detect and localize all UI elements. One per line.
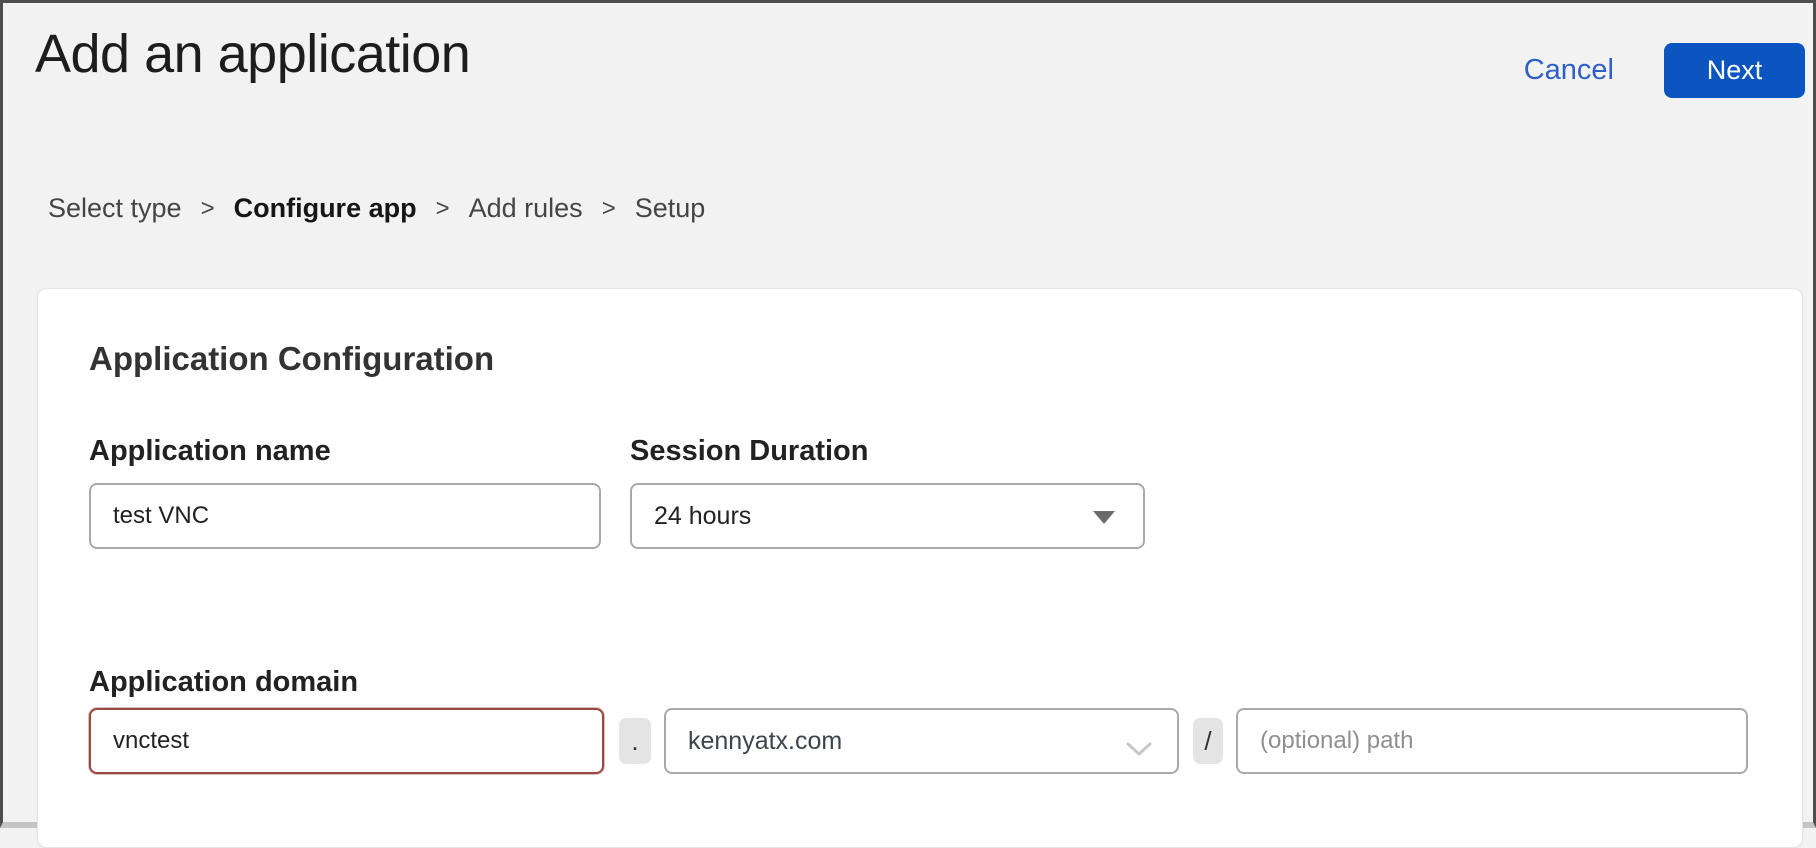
session-duration-value: 24 hours	[654, 502, 751, 531]
session-duration-label: Session Duration	[630, 435, 1145, 467]
application-name-field: Application name	[89, 435, 601, 549]
path-input[interactable]	[1236, 708, 1748, 774]
breadcrumb-step-add-rules[interactable]: Add rules	[469, 193, 583, 224]
domain-select-value: kennyatx.com	[688, 727, 842, 756]
name-session-row: Application name Session Duration 24 hou…	[89, 435, 1802, 549]
session-duration-field: Session Duration 24 hours	[630, 435, 1145, 549]
session-duration-select[interactable]: 24 hours	[630, 483, 1145, 549]
slash-separator: /	[1193, 718, 1223, 764]
next-button[interactable]: Next	[1664, 43, 1805, 98]
application-configuration-card: Application Configuration Application na…	[37, 288, 1803, 848]
cancel-button[interactable]: Cancel	[1524, 54, 1614, 87]
application-name-input[interactable]	[89, 483, 601, 549]
card-heading: Application Configuration	[89, 341, 1802, 377]
breadcrumb-separator: >	[602, 195, 616, 223]
application-domain-label: Application domain	[89, 666, 1802, 698]
domain-select[interactable]: kennyatx.com	[664, 708, 1179, 774]
breadcrumb: Select type > Configure app > Add rules …	[48, 193, 705, 224]
page-title: Add an application	[35, 23, 470, 85]
header-actions: Cancel Next	[1524, 43, 1805, 98]
application-domain-row: . kennyatx.com /	[89, 698, 1802, 774]
chevron-down-icon	[1125, 735, 1153, 764]
breadcrumb-separator: >	[201, 195, 215, 223]
breadcrumb-step-select-type[interactable]: Select type	[48, 193, 182, 224]
caret-down-icon	[1093, 511, 1115, 524]
subdomain-input[interactable]	[89, 708, 604, 774]
breadcrumb-step-setup[interactable]: Setup	[635, 193, 706, 224]
application-name-label: Application name	[89, 435, 601, 467]
breadcrumb-step-configure-app[interactable]: Configure app	[234, 193, 417, 224]
dot-separator: .	[619, 718, 651, 764]
breadcrumb-separator: >	[436, 195, 450, 223]
